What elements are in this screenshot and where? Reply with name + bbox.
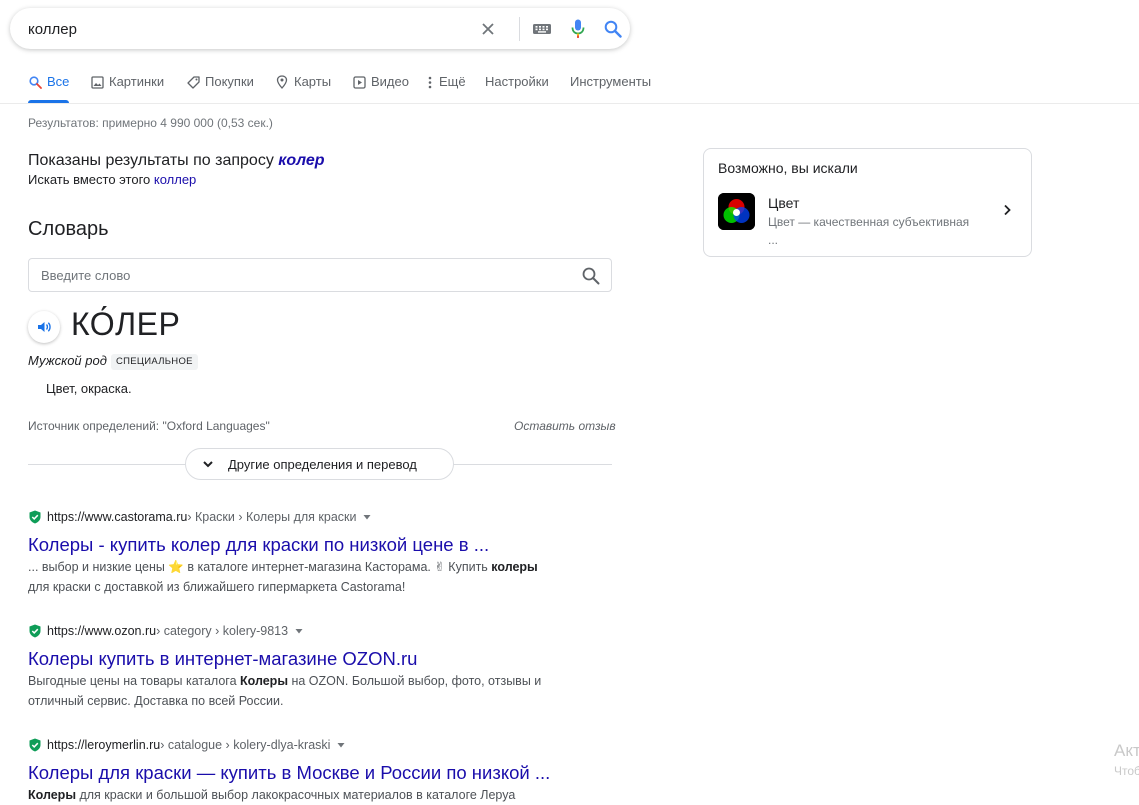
search-icon <box>28 75 42 89</box>
tab-images[interactable]: Картинки <box>90 74 164 102</box>
corrected-query-link[interactable]: колер <box>278 152 324 169</box>
side-item-ellipsis: ... <box>768 233 779 247</box>
tab-label: Все <box>47 74 70 89</box>
search-instead: Искать вместо этого коллер <box>28 172 196 187</box>
result-title-link[interactable]: Колеры для краски — купить в Москве и Ро… <box>28 762 628 784</box>
chevron-right-icon <box>1000 203 1014 217</box>
result-cite: https://leroymerlin.ru › catalogue › kol… <box>28 736 628 754</box>
more-vert-icon <box>426 75 434 89</box>
search-icon[interactable] <box>581 266 601 286</box>
people-also-search-panel: Возможно, вы искали Цвет Цвет — качестве… <box>703 148 1032 257</box>
tab-settings[interactable]: Настройки <box>485 74 549 102</box>
result-domain: https://www.ozon.ru <box>47 624 157 638</box>
result-domain: https://leroymerlin.ru <box>47 738 161 752</box>
more-definitions-label: Другие определения и перевод <box>228 456 417 472</box>
tab-video[interactable]: Видео <box>352 74 409 102</box>
result-domain: https://www.castorama.ru <box>47 510 188 524</box>
side-panel-item-color[interactable]: Цвет Цвет — качественная субъективная ..… <box>704 189 1031 255</box>
activation-watermark-sub: Чтоб <box>1114 764 1139 778</box>
result-cite: https://www.ozon.ru › category › kolery-… <box>28 622 628 640</box>
caret-down-icon[interactable] <box>294 626 304 636</box>
showing-prefix: Показаны результаты по запросу <box>28 152 274 169</box>
result-breadcrumbs: › Краски › Колеры для краски <box>187 510 357 524</box>
result-title-link[interactable]: Колеры - купить колер для краски по низк… <box>28 534 628 556</box>
tag-icon <box>186 75 200 89</box>
original-query-link[interactable]: коллер <box>154 172 196 187</box>
instead-prefix: Искать вместо этого <box>28 172 151 187</box>
tab-label: Покупки <box>205 74 254 89</box>
side-item-name: Цвет <box>768 195 800 211</box>
keyboard-icon[interactable] <box>531 18 553 40</box>
result-stats: Результатов: примерно 4 990 000 (0,53 се… <box>28 116 273 130</box>
clear-icon[interactable] <box>477 18 499 40</box>
caret-down-icon[interactable] <box>336 740 346 750</box>
tab-label: Настройки <box>485 74 549 89</box>
definition: Цвет, окраска. <box>46 381 132 396</box>
tab-tools[interactable]: Инструменты <box>570 74 651 102</box>
result-snippet: Выгодные цены на товары каталога Колеры … <box>28 674 542 708</box>
search-tabs: Все Картинки Покупки Карты Видео Ещё Нас… <box>0 62 1139 104</box>
speaker-icon <box>36 319 52 335</box>
spelling-correction: Показаны результаты по запросу колер <box>28 152 325 170</box>
result-title-link[interactable]: Колеры купить в интернет-магазине OZON.r… <box>28 648 628 670</box>
search-divider <box>519 17 520 41</box>
tab-label: Карты <box>294 74 332 89</box>
tab-label: Ещё <box>439 74 466 89</box>
search-icon[interactable] <box>602 18 624 40</box>
tab-maps[interactable]: Карты <box>275 74 331 102</box>
verified-shield-icon <box>28 510 42 524</box>
tab-all[interactable]: Все <box>28 74 69 102</box>
map-pin-icon <box>275 75 289 89</box>
pronunciation-button[interactable] <box>28 311 60 343</box>
headword: КО́ЛЕР <box>71 306 181 342</box>
search-input[interactable] <box>28 18 468 40</box>
side-item-description: Цвет — качественная субъективная <box>768 215 970 229</box>
image-icon <box>90 75 104 89</box>
more-definitions-button[interactable]: Другие определения и перевод <box>185 448 454 480</box>
active-tab-indicator <box>28 100 69 103</box>
tab-shopping[interactable]: Покупки <box>186 74 254 102</box>
definition-source: Источник определений: "Oxford Languages" <box>28 419 270 433</box>
caret-down-icon[interactable] <box>362 512 372 522</box>
feedback-link[interactable]: Оставить отзыв <box>514 419 616 433</box>
search-result: https://www.ozon.ru › category › kolery-… <box>28 622 628 711</box>
result-snippet: ... выбор и низкие цены ⭐ в каталоге инт… <box>28 560 538 594</box>
activation-watermark: Акт <box>1114 741 1139 760</box>
dictionary-search-box <box>28 258 612 292</box>
play-icon <box>352 75 366 89</box>
search-bar <box>10 8 630 49</box>
chevron-down-icon <box>200 456 216 472</box>
tab-label: Картинки <box>109 74 165 89</box>
microphone-icon[interactable] <box>567 18 589 40</box>
dictionary-title: Словарь <box>28 218 109 240</box>
result-breadcrumbs: › category › kolery-9813 <box>156 624 289 638</box>
color-wheel-thumbnail <box>718 193 755 230</box>
usage-badge: СПЕЦИАЛЬНОЕ <box>111 354 198 370</box>
result-breadcrumbs: › catalogue › kolery-dlya-kraski <box>160 738 331 752</box>
verified-shield-icon <box>28 738 42 752</box>
tab-label: Видео <box>371 74 409 89</box>
tab-label: Инструменты <box>570 74 652 89</box>
search-result: https://www.castorama.ru › Краски › Коле… <box>28 508 628 597</box>
result-snippet: Колеры для краски и большой выбор лакокр… <box>28 788 516 802</box>
search-result: https://leroymerlin.ru › catalogue › kol… <box>28 736 628 805</box>
result-cite: https://www.castorama.ru › Краски › Коле… <box>28 508 628 526</box>
verified-shield-icon <box>28 624 42 638</box>
side-panel-title: Возможно, вы искали <box>718 160 858 176</box>
part-of-speech: Мужской род <box>28 353 107 368</box>
dictionary-input[interactable] <box>41 267 561 284</box>
tab-more[interactable]: Ещё <box>426 74 466 102</box>
